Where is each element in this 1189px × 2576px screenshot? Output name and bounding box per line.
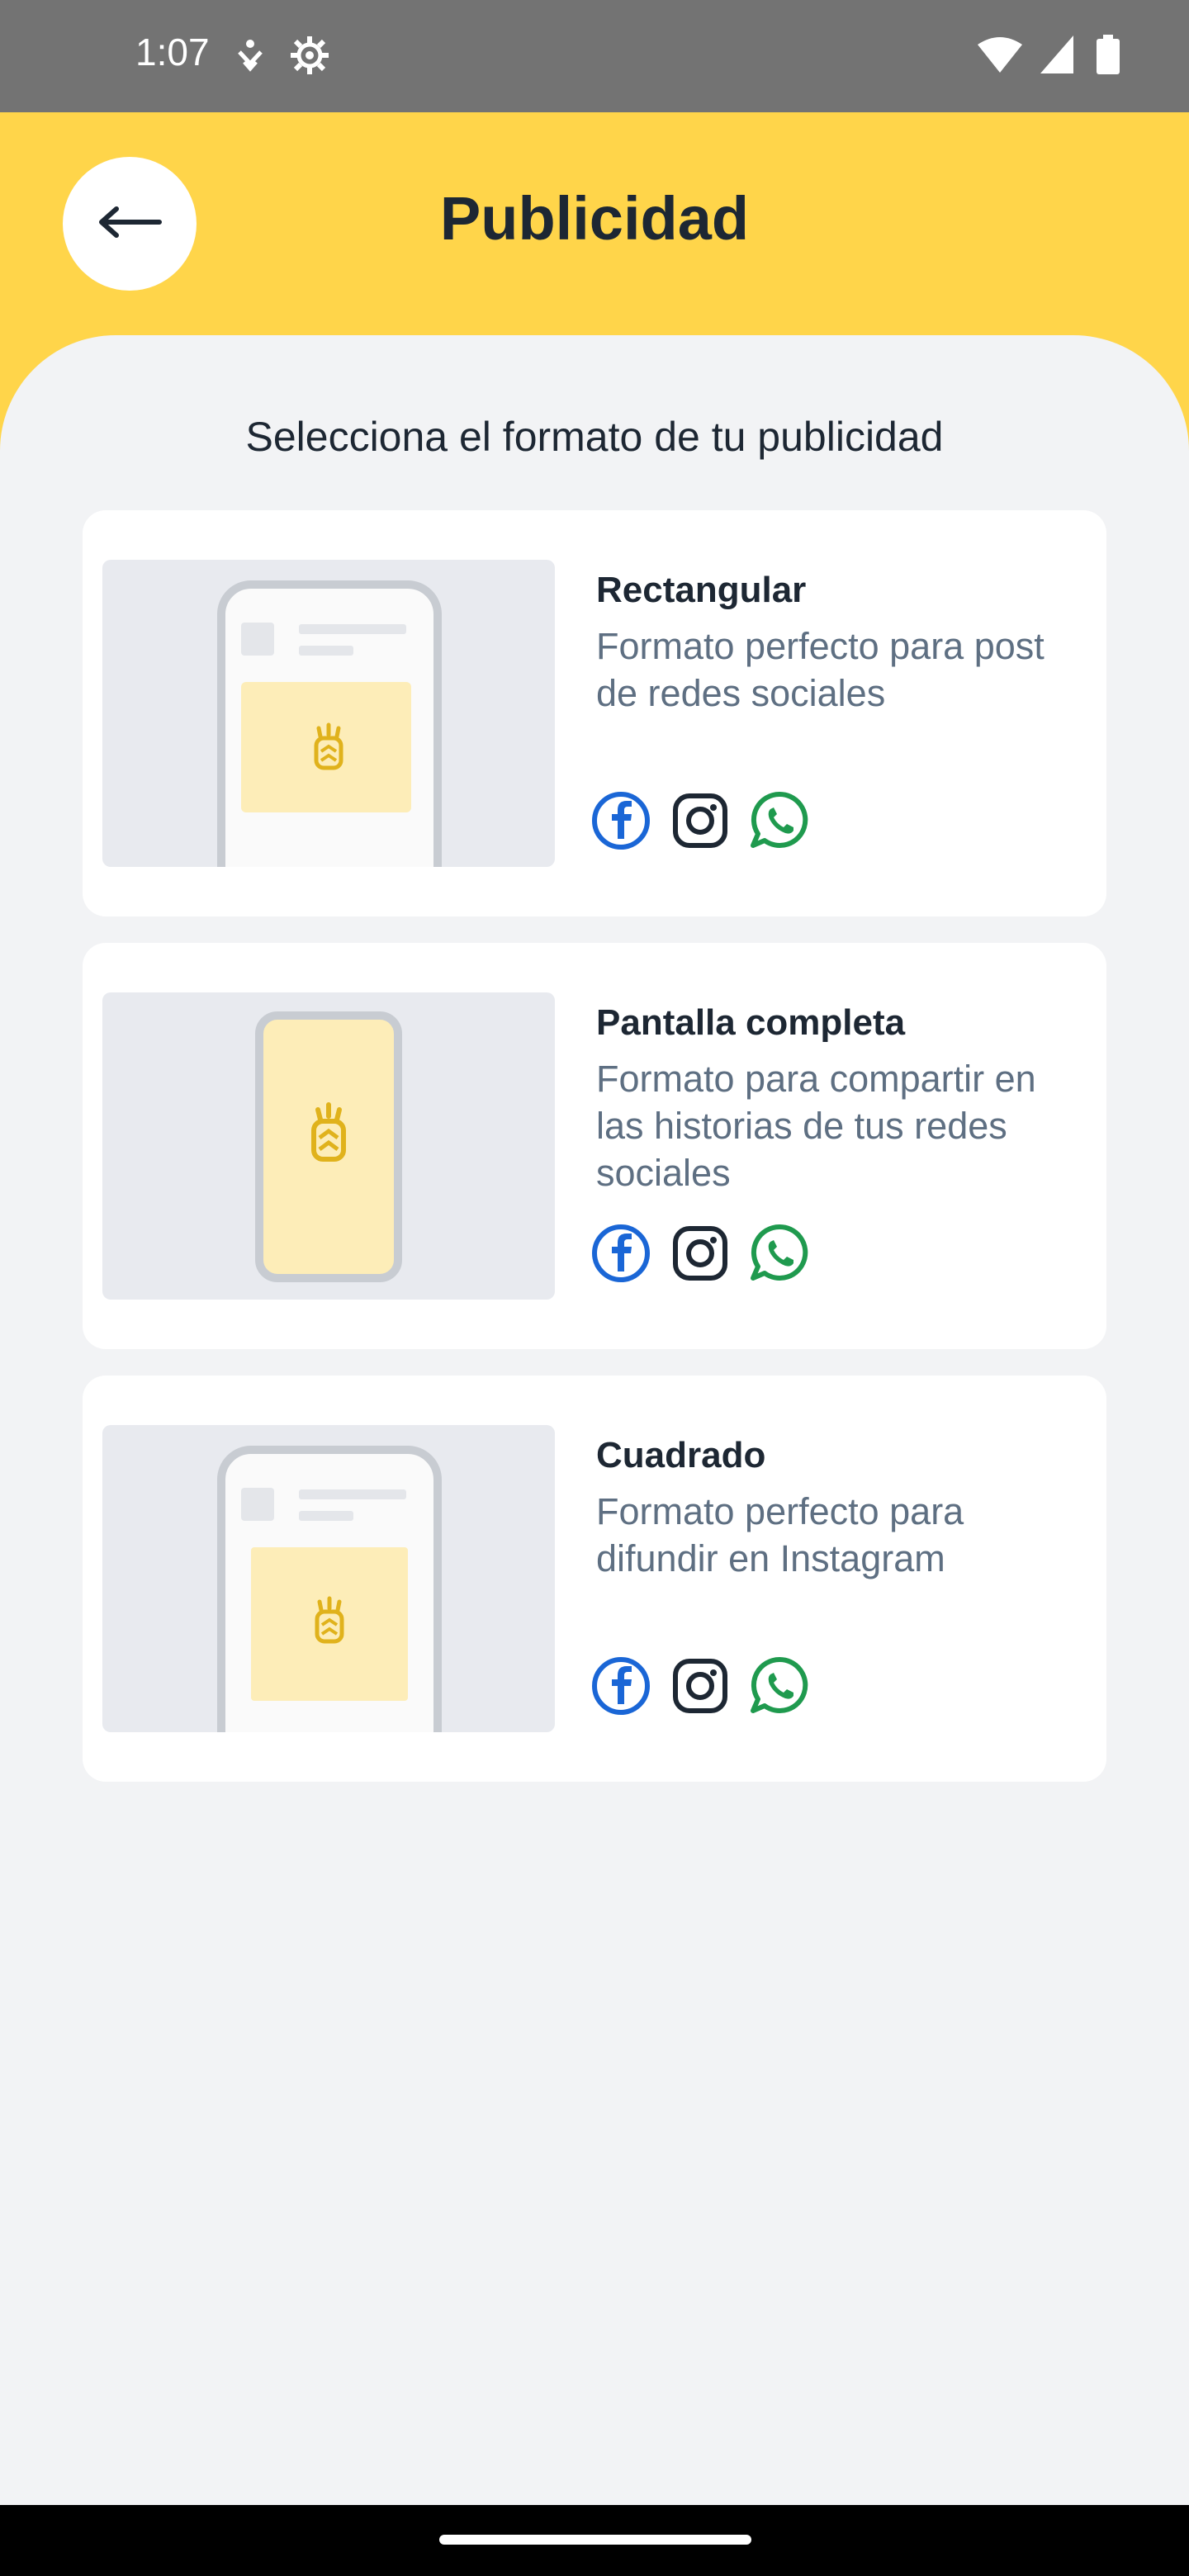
facebook-icon (590, 1222, 652, 1285)
page-title: Publicidad (439, 184, 750, 253)
home-indicator[interactable] (439, 2535, 751, 2545)
status-left-icons (236, 35, 330, 80)
section-subtitle: Selecciona el formato de tu publicidad (245, 414, 944, 460)
wifi-icon (978, 36, 1022, 77)
whatsapp-icon (748, 1222, 811, 1285)
social-networks (590, 789, 811, 852)
format-card-square[interactable]: Cuadrado Formato perfecto para difundir … (83, 1376, 1106, 1782)
status-bar: 1:07 (0, 0, 1189, 112)
signal-icon (1040, 36, 1078, 78)
fullscreen-preview (102, 992, 555, 1300)
whatsapp-icon (748, 789, 811, 852)
card-description: Formato perfecto para post de redes soci… (596, 625, 1045, 714)
card-description: Formato perfecto para difundir en Instag… (596, 1490, 964, 1579)
accessibility-icon (236, 39, 264, 76)
card-title: Pantalla completa (596, 1002, 906, 1043)
card-description: Formato para compartir en las historias … (596, 1058, 1036, 1194)
instagram-icon (669, 1655, 732, 1717)
facebook-icon (590, 1655, 652, 1717)
square-preview (102, 1425, 555, 1732)
instagram-icon (669, 789, 732, 852)
card-title: Cuadrado (596, 1435, 766, 1475)
facebook-icon (590, 789, 652, 852)
instagram-icon (669, 1222, 732, 1285)
battery-icon (1097, 35, 1120, 78)
settings-icon (289, 35, 330, 80)
rectangular-preview (102, 560, 555, 867)
social-networks (590, 1222, 811, 1285)
status-time: 1:07 (135, 31, 210, 73)
status-right-icons (978, 35, 1120, 78)
whatsapp-icon (748, 1655, 811, 1717)
card-title: Rectangular (596, 570, 807, 610)
format-card-rectangular[interactable]: Rectangular Formato perfecto para post d… (83, 510, 1106, 916)
social-networks (590, 1655, 811, 1717)
format-card-fullscreen[interactable]: Pantalla completa Formato para compartir… (83, 943, 1106, 1349)
